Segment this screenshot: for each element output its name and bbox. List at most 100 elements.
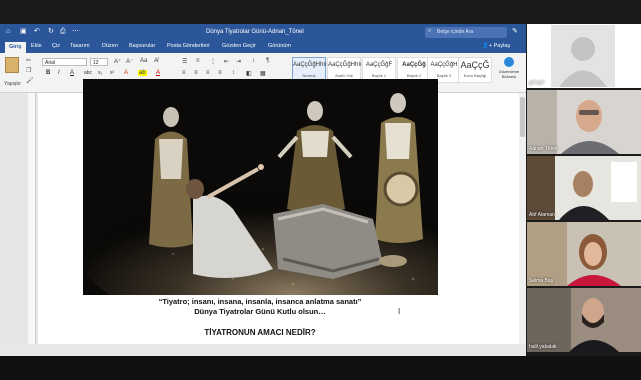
tab-draw[interactable]: Çiz: [52, 43, 60, 49]
font-size-select[interactable]: 12: [90, 58, 108, 66]
style-name: Aralık Yok: [335, 73, 353, 78]
search-input[interactable]: ⌕ Belge içinde Ara: [425, 27, 507, 38]
document-greeting[interactable]: Dünya Tiyatrolar Günü Kutlu olsun…: [100, 307, 420, 316]
participant-tile[interactable]: gsf gsf: [527, 24, 641, 88]
participant-video: [527, 156, 641, 220]
stage-bowl: [379, 255, 407, 267]
clear-format-icon[interactable]: A̸: [154, 58, 158, 64]
avatar-placeholder-icon: [551, 25, 615, 87]
participant-name: Adnan Tönel: [529, 146, 558, 152]
participant-video: [527, 288, 641, 352]
redo-icon[interactable]: ↻: [48, 28, 54, 36]
increase-indent-icon[interactable]: ⇥: [236, 58, 241, 65]
style-sample: AaÇçĞğHhIı: [293, 62, 327, 68]
align-left-icon[interactable]: ≡: [182, 70, 186, 76]
vertical-scrollbar[interactable]: [519, 93, 526, 344]
participant-video: [527, 222, 641, 286]
participant-name: Selma Baş: [529, 278, 554, 284]
theatre-photo[interactable]: [83, 79, 438, 295]
bold-button[interactable]: B: [46, 70, 50, 76]
participant-tile[interactable]: Selma Baş: [527, 222, 641, 286]
style-name: Başlık 3: [436, 73, 452, 78]
editor-pane-button[interactable]: Düzenleme Bölmesi: [498, 57, 520, 85]
share-button[interactable]: 👤+ Paylaş: [482, 43, 510, 49]
participant-name: halil yabalak: [529, 344, 557, 350]
style-sample: AaÇçĞğ: [402, 62, 426, 68]
participant-tile[interactable]: halil yabalak: [527, 288, 641, 352]
tab-view[interactable]: Görünüm: [268, 43, 291, 49]
participant-tile[interactable]: Atıf Ataman: [527, 156, 641, 220]
print-icon[interactable]: ⎙: [60, 28, 66, 36]
save-icon[interactable]: ▣: [20, 28, 27, 36]
document-quote[interactable]: “Tiyatro; insanı, insana, insanla, insan…: [100, 297, 420, 306]
tab-design[interactable]: Tasarım: [70, 43, 90, 49]
tab-mailings[interactable]: Posta Gönderileri: [167, 43, 210, 49]
shading-icon[interactable]: ◧: [246, 70, 252, 77]
strikethrough-button[interactable]: abc: [84, 70, 92, 76]
editor-icon: [504, 57, 514, 67]
copy-icon[interactable]: ❐: [26, 67, 31, 74]
change-case-icon[interactable]: Aa: [140, 58, 147, 64]
participant-name: Atıf Ataman: [529, 212, 555, 218]
format-painter-icon[interactable]: 🖌: [26, 77, 34, 84]
style-sample: AaÇçĞğH: [430, 62, 458, 68]
title-bar: ⌂ ▣ ↶ ↻ ⎙ ⋯ Dünya Tiyatrolar Günü-Adnan_…: [0, 24, 526, 41]
style-name: Konu Başlığı: [463, 73, 487, 78]
mouse-cursor-icon: I: [398, 307, 401, 316]
grow-font-icon[interactable]: A⁺: [114, 58, 121, 65]
bullets-icon[interactable]: ☰: [182, 58, 187, 65]
more-icon[interactable]: ⋯: [72, 28, 79, 36]
home-icon[interactable]: ⌂: [6, 28, 10, 36]
participant-video: [527, 90, 641, 154]
meeting-toolbar: [0, 356, 641, 380]
style-title[interactable]: AaÇçĞ Konu Başlığı: [458, 57, 492, 83]
align-center-icon[interactable]: ≡: [194, 70, 198, 76]
document-title: Dünya Tiyatrolar Günü-Adnan_Tönel: [206, 29, 304, 35]
highlight-icon[interactable]: ab: [138, 70, 147, 76]
style-sample: AaÇçĞ: [460, 60, 490, 70]
align-right-icon[interactable]: ≡: [206, 70, 210, 76]
style-sample: AaÇçĞğHhIı: [328, 62, 362, 68]
font-color-icon[interactable]: A: [156, 70, 160, 76]
style-sample: AaÇçĞğF: [365, 62, 393, 68]
show-marks-icon[interactable]: ¶: [266, 58, 269, 64]
multilevel-icon[interactable]: ⋮: [210, 58, 216, 65]
shrink-font-icon[interactable]: A⁻: [126, 58, 133, 65]
italic-button[interactable]: I: [58, 70, 60, 76]
search-placeholder: Belge içinde Ara: [437, 29, 474, 35]
tab-references[interactable]: Başvurular: [129, 43, 155, 49]
vertical-ruler: [28, 93, 36, 344]
tab-insert[interactable]: Ekle: [31, 43, 42, 49]
borders-icon[interactable]: ▦: [260, 70, 266, 77]
video-call-screen: ⌂ ▣ ↶ ↻ ⎙ ⋯ Dünya Tiyatrolar Günü-Adnan_…: [0, 0, 641, 380]
line-spacing-icon[interactable]: ↕: [232, 70, 235, 76]
style-name: Başlık 2: [406, 73, 422, 78]
scrollbar-thumb[interactable]: [520, 97, 525, 137]
account-icon[interactable]: ✎: [512, 27, 518, 35]
tab-review[interactable]: Gözden Geçir: [222, 43, 256, 49]
participant-name: gsf gsf: [529, 80, 544, 86]
justify-icon[interactable]: ≡: [218, 70, 222, 76]
decrease-indent-icon[interactable]: ⇤: [224, 58, 229, 65]
participant-tile[interactable]: Adnan Tönel: [527, 90, 641, 154]
document-heading[interactable]: TİYATRONUN AMACI NEDİR?: [100, 328, 420, 337]
style-name: Başlık 1: [371, 73, 387, 78]
underline-button[interactable]: A: [70, 70, 74, 76]
search-icon: ⌕: [428, 28, 432, 34]
theatre-stage-image: [83, 79, 438, 295]
undo-icon[interactable]: ↶: [34, 28, 40, 36]
editor-label: Düzenleme Bölmesi: [498, 69, 520, 79]
tab-layout[interactable]: Düzen: [102, 43, 118, 49]
numbering-icon[interactable]: ≡: [196, 58, 200, 64]
paste-label: Yapıştır: [4, 81, 21, 87]
font-name-select[interactable]: Arial: [42, 58, 87, 66]
subscript-button[interactable]: x₂: [98, 70, 102, 76]
cut-icon[interactable]: ✂: [26, 57, 31, 64]
tab-home[interactable]: Giriş: [5, 42, 26, 53]
share-label: Paylaş: [493, 43, 511, 49]
superscript-button[interactable]: x²: [110, 70, 114, 76]
text-effects-icon[interactable]: A: [124, 70, 128, 76]
ribbon-tabs: Giriş Ekle Çiz Tasarım Düzen Başvurular …: [0, 41, 526, 53]
paste-button[interactable]: [5, 57, 19, 73]
sort-icon[interactable]: ↕: [252, 58, 255, 64]
